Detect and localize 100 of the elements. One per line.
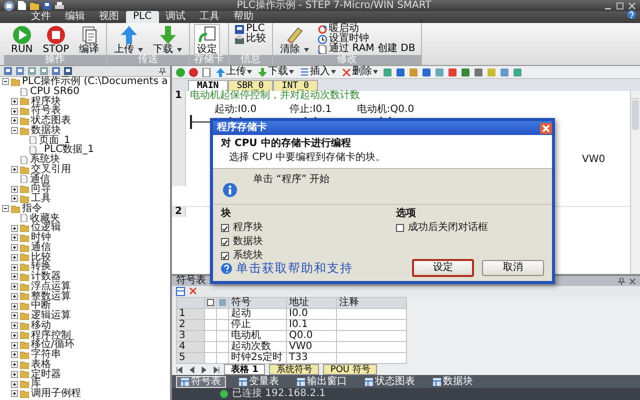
expand-toggle[interactable]	[11, 322, 18, 330]
editor-tab[interactable]: INT_0	[272, 80, 318, 91]
tree-item[interactable]: 工具	[31, 194, 51, 204]
tree-item[interactable]: 位逻辑	[31, 223, 61, 233]
tree-item[interactable]: 交叉引用	[31, 164, 71, 174]
tree-item[interactable]: 整数运算	[31, 292, 71, 302]
tree-item[interactable]: 符号表	[31, 106, 61, 116]
collapse-toggle[interactable]	[2, 78, 9, 86]
tree-item[interactable]: 向导	[31, 184, 51, 194]
tree-item[interactable]: 程序块	[31, 96, 61, 106]
expand-toggle[interactable]	[11, 332, 18, 339]
dialog-button[interactable]: 设定	[412, 259, 474, 277]
tree-item[interactable]: 库	[31, 379, 41, 389]
collapse-toggle[interactable]	[2, 205, 9, 212]
expand-toggle[interactable]	[11, 98, 18, 105]
dock-tab[interactable]: 输出窗口	[292, 376, 352, 388]
toolbar-button[interactable]: 删除	[341, 66, 379, 78]
tree-item[interactable]: 调用子例程	[31, 389, 81, 399]
expand-toggle[interactable]	[11, 224, 18, 232]
print-icon[interactable]	[55, 2, 64, 10]
pin-icon[interactable]	[159, 68, 166, 74]
expand-toggle[interactable]	[11, 273, 18, 280]
dialog-button[interactable]: 取消	[482, 260, 544, 276]
menu-tab[interactable]: 帮助	[226, 11, 261, 23]
expand-toggle[interactable]	[11, 380, 18, 388]
row-header[interactable]: 5	[176, 352, 204, 364]
tree-item[interactable]: 浮点运算	[31, 282, 71, 292]
checkbox[interactable]	[221, 252, 229, 260]
dock-tab[interactable]: 数据块	[428, 376, 478, 388]
tree-item[interactable]: 计数器	[31, 272, 61, 282]
dock-tab[interactable]: 状态图表	[360, 376, 420, 388]
tree-item[interactable]: 转换	[31, 262, 51, 272]
expand-toggle[interactable]	[11, 186, 18, 193]
ribbon-button[interactable]: 下载	[150, 24, 186, 55]
ribbon-button[interactable]: PLC	[233, 24, 268, 34]
tree-item[interactable]: 逻辑运算	[31, 311, 71, 321]
checkbox[interactable]	[396, 224, 404, 232]
editor-tab[interactable]: SBR_0	[228, 80, 273, 91]
row-header[interactable]: 3	[176, 330, 204, 342]
close-button[interactable]	[540, 122, 552, 134]
help-icon[interactable]	[627, 10, 636, 19]
tree-item[interactable]: 时钟	[31, 233, 51, 243]
tree-item[interactable]: _PLC数据_1	[39, 145, 94, 155]
row-header[interactable]: 1	[176, 308, 204, 320]
menu-tab[interactable]: PLC	[126, 11, 159, 23]
row-header[interactable]: 4	[176, 341, 204, 352]
tree-item[interactable]: 状态图表	[31, 116, 71, 126]
tree-item[interactable]: CPU SR60	[30, 86, 80, 96]
checkbox-label[interactable]: 系统块	[233, 251, 263, 261]
last-page-icon[interactable]	[212, 366, 220, 374]
first-page-icon[interactable]	[176, 366, 184, 374]
expand-toggle[interactable]	[11, 390, 18, 398]
tree-item[interactable]: 移动	[31, 320, 51, 330]
tree-item[interactable]: 程序控制	[31, 330, 71, 340]
tree-item[interactable]: 通信	[31, 242, 51, 252]
menu-tab[interactable]: 文件	[24, 11, 58, 23]
expand-toggle[interactable]	[11, 108, 18, 115]
new-file-icon[interactable]	[18, 1, 26, 10]
expand-toggle[interactable]	[11, 254, 18, 261]
sheet-tab[interactable]: POU 符号	[323, 364, 378, 376]
expand-toggle[interactable]	[11, 292, 18, 300]
expand-toggle[interactable]	[11, 342, 18, 349]
stop-icon[interactable]	[189, 68, 198, 76]
dock-tab[interactable]: 变量表	[234, 376, 284, 388]
ribbon-button[interactable]: 设置时钟	[316, 34, 418, 44]
row-header[interactable]: 2	[176, 319, 204, 330]
tree-item[interactable]: 系统块	[30, 155, 60, 165]
tree-item[interactable]: 表格	[31, 360, 51, 370]
ribbon-button[interactable]: 清除	[277, 24, 312, 55]
tree-item[interactable]: 页面_1	[39, 136, 70, 146]
sheet-tab[interactable]: 表格 1	[224, 364, 266, 376]
tree-item[interactable]: 中断	[31, 301, 51, 311]
menu-tab[interactable]: 视图	[92, 11, 126, 23]
tree-item[interactable]: 字符串	[31, 350, 61, 360]
expand-toggle[interactable]	[11, 117, 18, 124]
dock-tab[interactable]: 符号表	[176, 376, 226, 388]
previous-page-icon[interactable]	[188, 366, 196, 374]
collapse-toggle[interactable]	[11, 127, 18, 134]
checkbox[interactable]	[221, 224, 229, 232]
save-icon[interactable]	[43, 2, 51, 10]
scrollbar[interactable]	[630, 91, 640, 274]
expand-toggle[interactable]	[11, 244, 18, 252]
tree-item[interactable]: PLC操作示例 (C:\Documents a	[22, 77, 168, 87]
menu-tab[interactable]: 编辑	[58, 11, 92, 23]
menu-tab[interactable]: 调试	[158, 11, 193, 23]
tree-item[interactable]: 收藏夹	[30, 214, 60, 224]
sheet-tab[interactable]: 系统符号	[269, 364, 320, 376]
expand-toggle[interactable]	[11, 234, 18, 242]
tree-item[interactable]: 通信	[30, 174, 50, 184]
checkbox-label[interactable]: 程序块	[233, 223, 263, 233]
expand-toggle[interactable]	[11, 195, 18, 202]
ribbon-button[interactable]: RUN	[8, 24, 36, 55]
expand-toggle[interactable]	[11, 302, 18, 310]
ribbon-button[interactable]: 通过 RAM 创建 DB	[316, 44, 418, 54]
ribbon-button[interactable]: 编译	[76, 24, 102, 55]
play-icon[interactable]	[176, 68, 185, 76]
tree-item[interactable]: 定时器	[31, 370, 61, 380]
close-icon[interactable]	[629, 278, 636, 284]
pin-icon[interactable]	[618, 278, 625, 284]
maximize-icon[interactable]	[616, 2, 624, 10]
